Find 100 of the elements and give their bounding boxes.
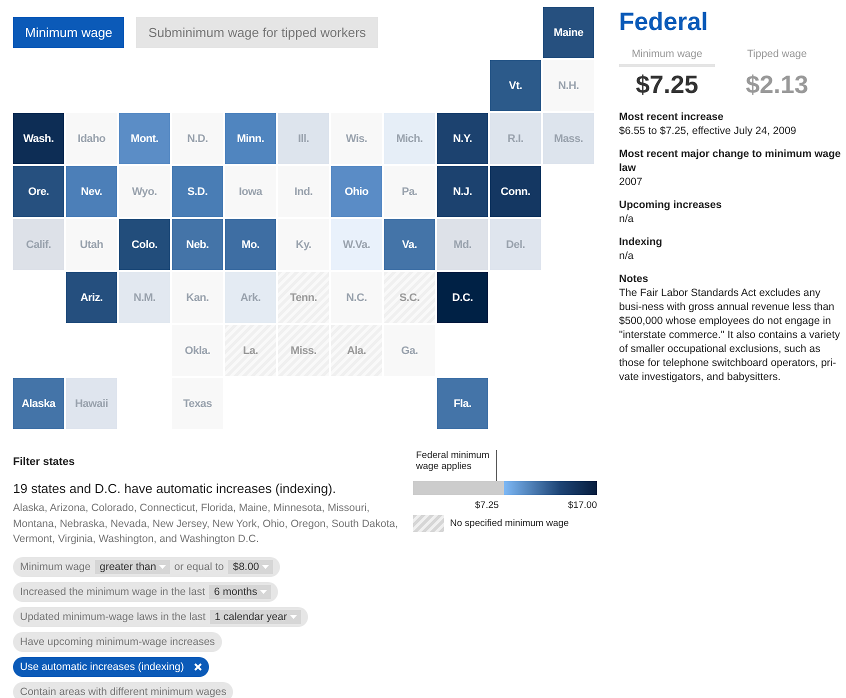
section-text: The Fair Labor Standards Act excludes any busi-ness with gross annual revenue less than $500,000 whose employees do not engage in "interstate commerce." It also contains a variety of smaller occupational exclusions, such as those for telephone switchboard operators, pri-vate investigators, and babysitters. (619, 286, 841, 384)
state-tile[interactable]: Pa. (384, 166, 435, 217)
state-tile[interactable]: Miss. (278, 325, 329, 376)
state-tile[interactable]: Colo. (119, 219, 170, 270)
section-heading: Most recent major change to minimum wage law (619, 147, 841, 175)
state-tile[interactable]: Tenn. (278, 272, 329, 323)
state-tile[interactable]: Ga. (384, 325, 435, 376)
dropdown[interactable]: 1 calendar year (210, 610, 301, 624)
state-tile[interactable]: La. (225, 325, 276, 376)
section-heading: Upcoming increases (619, 198, 723, 212)
state-tile[interactable]: Ohio (331, 166, 382, 217)
state-tile[interactable]: Neb. (172, 219, 223, 270)
section-text: n/a (619, 212, 635, 226)
wage-value: $7.25 (636, 71, 698, 100)
state-tile[interactable]: Minn. (225, 113, 276, 164)
panel-title: Federal (619, 7, 709, 37)
chip-label: Minimum wage (20, 560, 91, 572)
chip-label: Have upcoming minimum-wage increases (20, 636, 215, 648)
state-tile[interactable]: Ind. (278, 166, 329, 217)
wage-tab[interactable]: Minimum wage (619, 48, 715, 67)
state-tile[interactable]: Del. (490, 219, 541, 270)
state-tile[interactable]: Mass. (543, 113, 594, 164)
state-tile[interactable]: Fla. (437, 378, 488, 429)
state-tile[interactable]: D.C. (437, 272, 488, 323)
section-text: n/a (619, 249, 635, 263)
state-tile[interactable]: Alaska (13, 378, 64, 429)
state-tile[interactable]: Iowa (225, 166, 276, 217)
filter-chip[interactable]: Increased the minimum wage in the last 6 months (13, 582, 278, 602)
state-tile[interactable]: N.M. (119, 272, 170, 323)
caret-icon (290, 614, 297, 618)
dropdown[interactable]: 6 months (209, 584, 272, 598)
state-tile[interactable]: Ariz. (66, 272, 117, 323)
state-tile[interactable]: Ore. (13, 166, 64, 217)
scale-tick: $17.00 (568, 500, 597, 511)
state-tile[interactable]: Vt. (490, 60, 541, 111)
view-tab[interactable]: Subminimum wage for tipped workers (136, 17, 378, 48)
state-tile[interactable]: S.C. (384, 272, 435, 323)
wage-tab[interactable]: Tipped wage (729, 48, 825, 67)
state-tile[interactable]: Maine (543, 7, 594, 58)
state-tile[interactable]: N.Y. (437, 113, 488, 164)
caret-icon (159, 564, 166, 568)
dropdown-value: 6 months (214, 586, 258, 598)
dropdown[interactable]: greater than (94, 560, 170, 574)
section-text: 2007 (619, 175, 644, 189)
state-tile[interactable]: Kan. (172, 272, 223, 323)
state-tile[interactable]: Okla. (172, 325, 223, 376)
section-heading: Notes (619, 272, 650, 286)
state-list: Alaska, Arizona, Colorado, Connecticut, Florida, Maine, Minnesota, Missouri, Montana, Nebraska, Nevada, New Jersey, New York, Ohio, Oregon, South Dakota, Vermont, Virginia, Washington, and Washington D.C. (13, 501, 403, 548)
close-icon[interactable] (194, 662, 202, 670)
dropdown-value: 1 calendar year (214, 610, 287, 622)
chip-label: Increased the minimum wage in the last (20, 586, 206, 598)
hatch-swatch (413, 515, 444, 532)
state-tile[interactable]: Wis. (331, 113, 382, 164)
state-tile[interactable]: W.Va. (331, 219, 382, 270)
state-tile[interactable]: Mo. (225, 219, 276, 270)
filter-chip[interactable]: Updated minimum-wage laws in the last 1 calendar year (13, 606, 308, 626)
state-tile[interactable]: Wash. (13, 113, 64, 164)
state-tile[interactable]: N.H. (543, 60, 594, 111)
state-tile[interactable]: R.I. (490, 113, 541, 164)
filter-chip[interactable]: Use automatic increases (indexing) (13, 656, 209, 676)
chip-label: Updated minimum-wage laws in the last (20, 610, 206, 622)
state-tile[interactable]: Wyo. (119, 166, 170, 217)
filter-chip[interactable]: Have upcoming minimum-wage increases (13, 632, 222, 652)
filter-chip[interactable]: Minimum wage greater than or equal to $8.00 (13, 556, 280, 576)
section-text: $6.55 to $7.25, effective July 24, 2009 (619, 124, 798, 138)
view-tab[interactable]: Minimum wage (13, 17, 124, 48)
filter-chip[interactable]: Contain areas with different minimum wages (13, 682, 234, 698)
state-tile[interactable]: Ill. (278, 113, 329, 164)
state-tile[interactable]: Texas (172, 378, 223, 429)
caret-icon (262, 564, 270, 568)
caret-icon (260, 590, 268, 594)
chip-label: Use automatic increases (indexing) (20, 660, 184, 672)
dropdown[interactable]: $8.00 (228, 560, 274, 574)
filter-summary: 19 states and D.C. have automatic increases (indexing). (13, 481, 338, 496)
state-tile[interactable]: Hawaii (66, 378, 117, 429)
state-tile[interactable]: Md. (437, 219, 488, 270)
state-tile[interactable]: N.J. (437, 166, 488, 217)
chip-label: or equal to (174, 560, 224, 572)
state-tile[interactable]: Nev. (66, 166, 117, 217)
state-tile[interactable]: Idaho (66, 113, 117, 164)
legend-label: No specified minimum wage (450, 518, 569, 529)
state-tile[interactable]: Ky. (278, 219, 329, 270)
filter-heading: Filter states (13, 456, 76, 468)
section-heading: Indexing (619, 235, 664, 249)
section-heading: Most recent increase (619, 110, 724, 124)
state-tile[interactable]: Conn. (490, 166, 541, 217)
state-tile[interactable]: Va. (384, 219, 435, 270)
wage-value: $2.13 (746, 71, 808, 100)
dropdown-value: greater than (100, 560, 156, 572)
state-tile[interactable]: Utah (66, 219, 117, 270)
state-tile[interactable]: N.C. (331, 272, 382, 323)
state-tile[interactable]: Mont. (119, 113, 170, 164)
chip-label: Contain areas with different minimum wages (20, 686, 226, 698)
dropdown-value: $8.00 (232, 560, 260, 572)
state-tile[interactable]: S.D. (172, 166, 223, 217)
state-tile[interactable]: Mich. (384, 113, 435, 164)
state-tile[interactable]: Calif. (13, 219, 64, 270)
state-tile[interactable]: Ala. (331, 325, 382, 376)
state-tile[interactable]: Ark. (225, 272, 276, 323)
state-tile[interactable]: N.D. (172, 113, 223, 164)
